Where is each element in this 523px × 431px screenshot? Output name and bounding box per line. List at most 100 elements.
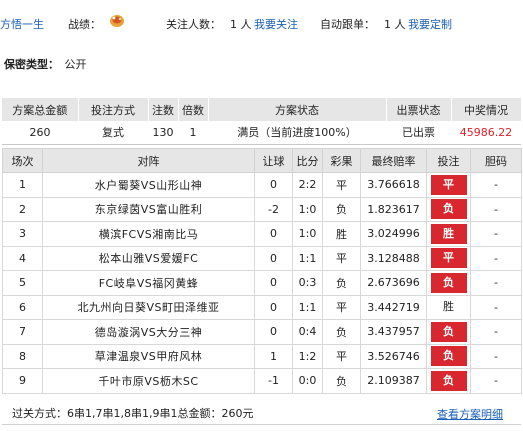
summary-header: 方案总金额 bbox=[2, 98, 79, 121]
match-row: 6 北九州向日葵VS町田泽维亚 0 1:1 平 3.442719 胜 - bbox=[2, 294, 522, 320]
match-handicap: 0 bbox=[254, 270, 293, 296]
match-result: 负 bbox=[322, 196, 361, 222]
match-result: 负 bbox=[322, 368, 361, 394]
username-link[interactable]: 方悟一生 bbox=[0, 16, 44, 32]
match-teams: 千叶市原VS枥木SC bbox=[42, 368, 255, 394]
match-number: 9 bbox=[2, 368, 43, 394]
summary-header: 中奖情况 bbox=[451, 98, 522, 121]
match-teams: 草津温泉VS甲府风林 bbox=[42, 343, 255, 369]
match-handicap: 0 bbox=[254, 319, 293, 345]
privacy-value: 公开 bbox=[64, 58, 87, 71]
prize-amount: 45986.22 bbox=[451, 121, 521, 145]
summary-header: 倍数 bbox=[178, 98, 209, 121]
match-odds: 3.442719 bbox=[360, 294, 427, 320]
pick-badge: 负 bbox=[430, 346, 467, 367]
match-row: 2 东京绿茵VS富山胜利 -2 1:0 负 1.823617 负 - bbox=[2, 196, 522, 222]
match-header: 比分 bbox=[292, 148, 323, 173]
pick-badge: 平 bbox=[430, 174, 467, 195]
match-header-row: 场次 对阵 让球 比分 彩果 最终赔率 投注 胆码 bbox=[2, 148, 522, 173]
match-score: 1:2 bbox=[292, 343, 323, 369]
pass-method: 过关方式：6串1,7串1,8串1,9串1总金额：260元 bbox=[12, 407, 254, 420]
match-odds: 3.024996 bbox=[360, 221, 427, 247]
match-teams: 横滨FCVS湘南比马 bbox=[42, 221, 255, 247]
plan-status: 满员（当前进度100%） bbox=[208, 121, 386, 145]
summary-header: 出票状态 bbox=[386, 98, 452, 121]
summary-header-row: 方案总金额 投注方式 注数 倍数 方案状态 出票状态 中奖情况 bbox=[2, 98, 522, 121]
match-score: 1:0 bbox=[292, 221, 323, 247]
record-label: 战绩： bbox=[68, 18, 101, 31]
match-odds: 2.673696 bbox=[360, 270, 427, 296]
summary-header: 方案状态 bbox=[208, 98, 387, 121]
match-banker: - bbox=[470, 245, 522, 271]
match-handicap: -2 bbox=[254, 196, 293, 222]
summary-row: 260 复式 130 1 满员（当前进度100%） 已出票 45986.22 bbox=[2, 121, 521, 145]
match-teams: 东京绿茵VS富山胜利 bbox=[42, 196, 255, 222]
summary-header: 投注方式 bbox=[78, 98, 149, 121]
match-score: 1:1 bbox=[292, 245, 323, 271]
match-row: 1 水户蜀葵VS山形山神 0 2:2 平 3.766618 平 - bbox=[2, 172, 522, 198]
match-odds: 1.823617 bbox=[360, 196, 427, 222]
view-detail-link[interactable]: 查看方案明细 bbox=[437, 406, 503, 422]
pick-badge: 负 bbox=[430, 370, 467, 391]
match-pick: 负 bbox=[426, 368, 471, 394]
match-handicap: -1 bbox=[254, 368, 293, 394]
match-row: 4 松本山雅VS爱媛FC 0 1:1 平 3.128488 平 - bbox=[2, 245, 522, 271]
match-odds: 3.128488 bbox=[360, 245, 427, 271]
match-header: 彩果 bbox=[322, 148, 361, 173]
match-teams: 德岛漩涡VS大分三神 bbox=[42, 319, 255, 345]
match-score: 1:1 bbox=[292, 294, 323, 320]
match-score: 1:0 bbox=[292, 196, 323, 222]
match-number: 1 bbox=[2, 172, 43, 198]
match-pick: 胜 bbox=[426, 294, 471, 320]
match-handicap: 0 bbox=[254, 221, 293, 247]
custom-link[interactable]: 我要定制 bbox=[408, 16, 452, 32]
match-banker: - bbox=[470, 221, 522, 247]
match-banker: - bbox=[470, 319, 522, 345]
followers-count: 1 人 bbox=[230, 18, 252, 31]
match-banker: - bbox=[470, 294, 522, 320]
match-odds: 3.766618 bbox=[360, 172, 427, 198]
match-number: 5 bbox=[2, 270, 43, 296]
match-row: 7 德岛漩涡VS大分三神 0 0:4 负 3.437957 负 - bbox=[2, 319, 522, 345]
match-teams: 水户蜀葵VS山形山神 bbox=[42, 172, 255, 198]
match-score: 0:4 bbox=[292, 319, 323, 345]
match-header: 让球 bbox=[254, 148, 293, 173]
match-pick: 负 bbox=[426, 319, 471, 345]
match-row: 5 FC岐阜VS福冈黄蜂 0 0:3 负 2.673696 负 - bbox=[2, 270, 522, 296]
match-handicap: 0 bbox=[254, 294, 293, 320]
summary-header: 注数 bbox=[148, 98, 179, 121]
auto-follow-count: 1 人 bbox=[384, 18, 406, 31]
bottom-divider bbox=[2, 424, 521, 425]
match-result: 平 bbox=[322, 294, 361, 320]
pick-badge: 负 bbox=[430, 321, 467, 342]
pick-badge: 胜 bbox=[430, 223, 467, 244]
bet-count: 130 bbox=[148, 121, 178, 145]
pick-badge: 负 bbox=[430, 272, 467, 293]
pick-badge: 平 bbox=[430, 248, 467, 269]
match-result: 负 bbox=[322, 319, 361, 345]
bet-multiple: 1 bbox=[178, 121, 208, 145]
pick-badge: 胜 bbox=[443, 300, 454, 314]
match-header: 最终赔率 bbox=[360, 148, 427, 173]
followers-label: 关注人数： bbox=[166, 18, 221, 31]
match-row: 8 草津温泉VS甲府风林 1 1:2 平 3.526746 负 - bbox=[2, 343, 522, 369]
match-pick: 负 bbox=[426, 196, 471, 222]
match-number: 3 bbox=[2, 221, 43, 247]
header-bar: 方悟一生 战绩： 关注人数： 1 人 我要关注 自动跟单： 1 人 我要定制 bbox=[0, 0, 523, 46]
match-header: 投注 bbox=[426, 148, 471, 173]
match-odds: 3.526746 bbox=[360, 343, 427, 369]
match-score: 2:2 bbox=[292, 172, 323, 198]
match-pick: 负 bbox=[426, 343, 471, 369]
match-result: 平 bbox=[322, 343, 361, 369]
match-teams: 北九州向日葵VS町田泽维亚 bbox=[42, 294, 255, 320]
match-score: 0:0 bbox=[292, 368, 323, 394]
match-number: 2 bbox=[2, 196, 43, 222]
match-pick: 负 bbox=[426, 270, 471, 296]
match-header: 胆码 bbox=[470, 148, 522, 173]
match-result: 胜 bbox=[322, 221, 361, 247]
bet-type: 复式 bbox=[78, 121, 148, 145]
trophy-icon[interactable] bbox=[108, 12, 126, 28]
match-banker: - bbox=[470, 368, 522, 394]
follow-link[interactable]: 我要关注 bbox=[254, 16, 298, 32]
total-amount: 260 bbox=[2, 121, 78, 145]
